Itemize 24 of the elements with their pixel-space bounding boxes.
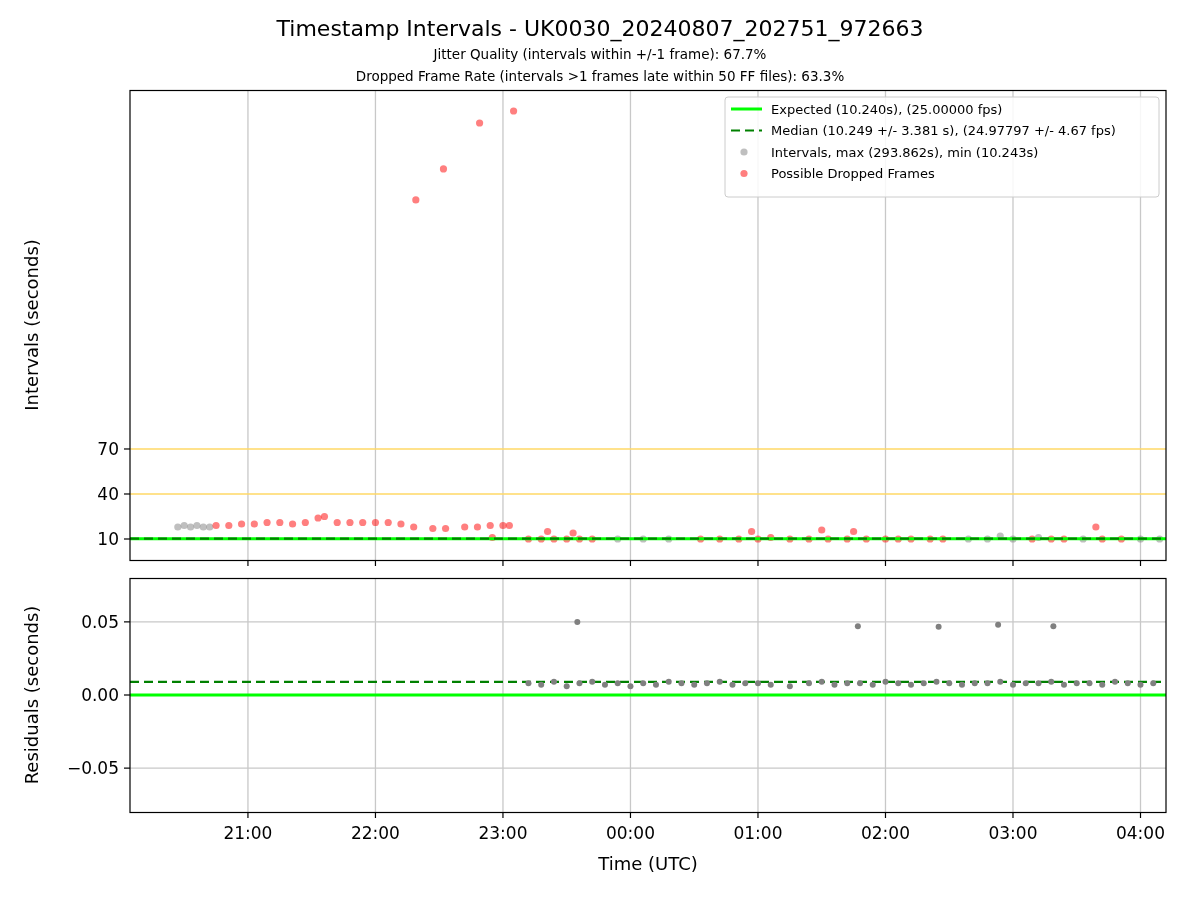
chart-subtitle: Dropped Frame Rate (intervals >1 frames late within 50 FF files): 63.3%	[355, 67, 845, 86]
axis-title: Intervals (seconds)	[21, 239, 42, 411]
tick-label: 02:00	[861, 823, 910, 843]
axis-title: Time (UTC)	[598, 853, 698, 874]
chart-title: Timestamp Intervals - UK0030_20240807_202751_972663	[276, 15, 924, 43]
tick-label: 40	[97, 484, 119, 504]
legend-label: Intervals, max (293.862s), min (10.243s)	[771, 144, 1039, 160]
legend-label: Median (10.249 +/- 3.381 s), (24.97797 +/- 4.67 fps)	[771, 123, 1116, 138]
tick-label: 00:00	[605, 823, 655, 843]
tick-label: 04:00	[1116, 823, 1165, 843]
legend-label: Expected (10.240s), (25.00000 fps)	[771, 101, 1003, 117]
tick-label: 0.00	[81, 685, 119, 705]
tick-label: 70	[97, 439, 119, 459]
tick-label: 22:00	[350, 823, 400, 843]
chart-subtitle: Jitter Quality (intervals within +/-1 frame): 67.7%	[433, 45, 767, 64]
axis-title: Residuals (seconds)	[21, 605, 42, 785]
tick-label: 03:00	[988, 823, 1038, 843]
tick-label: 0.05	[81, 611, 119, 632]
legend-label: Possible Dropped Frames	[771, 166, 935, 181]
tick-label: 01:00	[733, 823, 783, 843]
tick-label: 21:00	[223, 823, 273, 843]
tick-label: −0.05	[66, 758, 119, 779]
tick-label: 10	[97, 529, 119, 549]
tick-label: 23:00	[478, 823, 528, 843]
